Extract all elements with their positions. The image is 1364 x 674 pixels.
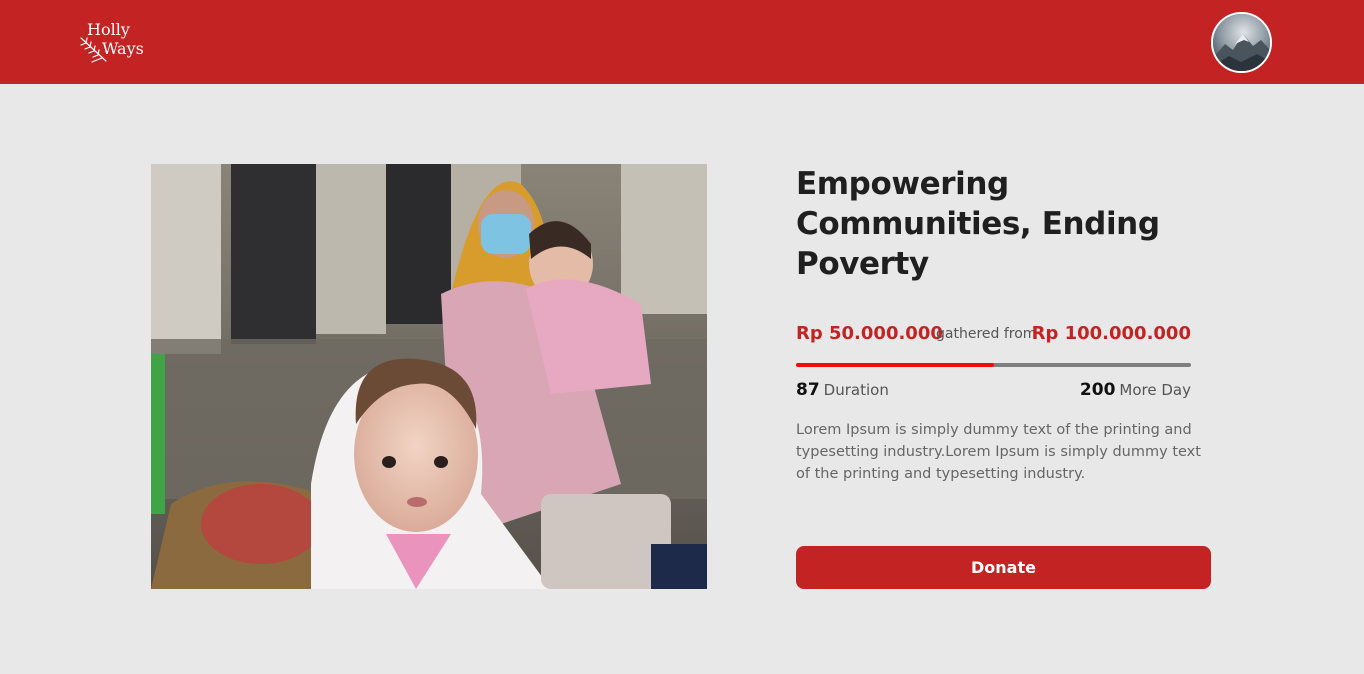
navbar: Holly Ways (0, 0, 1364, 84)
profile-avatar[interactable] (1211, 12, 1272, 73)
days-left-value: 200 (1079, 380, 1116, 400)
logo-text-holly: Holly (87, 20, 130, 39)
duration-value: 87 (796, 380, 820, 400)
profile-avatar-icon (1213, 14, 1270, 71)
donate-button[interactable]: Donate (796, 546, 1211, 589)
duration-stat: 87 Duration (796, 380, 889, 400)
campaign-title: Empowering Communities, Ending Poverty (796, 166, 1160, 282)
gathered-label: gathered from (936, 326, 1037, 342)
gathered-amount: Rp 50.000.000 (796, 323, 943, 344)
duration-label: Duration (823, 381, 889, 399)
funding-progress-fill (796, 363, 994, 367)
funds-summary: Rp 50.000.000 gathered from Rp 100.000.0… (796, 323, 1191, 347)
campaign-image (151, 164, 707, 589)
logo-text-ways: Ways (102, 39, 144, 58)
funding-progress-bar (796, 363, 1191, 367)
target-amount: Rp 100.000.000 (1031, 323, 1191, 344)
campaign-description: Lorem Ipsum is simply dummy text of the … (796, 422, 1201, 482)
days-left-label: More Day (1119, 381, 1191, 399)
days-left-stat: 200 More Day (1080, 380, 1191, 400)
holly-ways-logo[interactable]: Holly Ways (78, 20, 148, 64)
